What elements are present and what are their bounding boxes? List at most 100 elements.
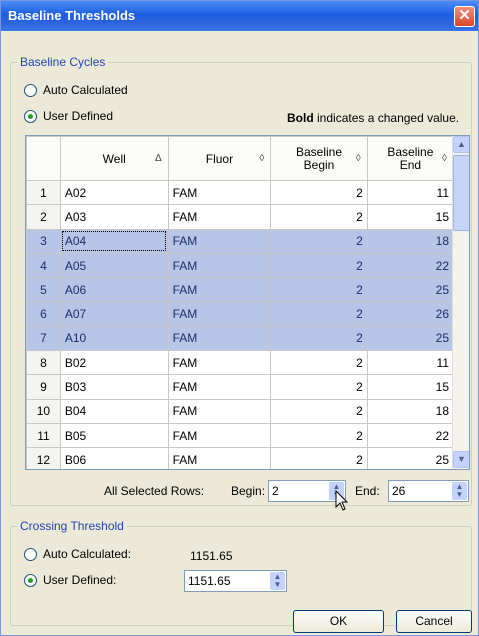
crossing-threshold-legend: Crossing Threshold: [17, 519, 127, 533]
row-number: 4: [26, 252, 61, 279]
scroll-thumb[interactable]: [453, 155, 469, 231]
threshold-user-radio-row[interactable]: User Defined:: [24, 573, 116, 587]
baseline-user-radio-row[interactable]: User Defined: [24, 109, 113, 123]
well-cell[interactable]: B03: [59, 374, 169, 400]
well-cell[interactable]: A02: [59, 179, 169, 206]
table-row[interactable]: 4 A05 FAM 2 22: [26, 252, 455, 279]
table-row[interactable]: 5 A06 FAM 2 25: [26, 277, 455, 303]
changed-value-note: Bold indicates a changed value.: [287, 111, 459, 125]
table-row[interactable]: 1 A02 FAM 2 11: [26, 179, 455, 206]
baseline-end-cell[interactable]: 11: [366, 350, 455, 376]
table-row[interactable]: 12 B06 FAM 2 25: [26, 447, 455, 469]
table-header-row: Well Δ Fluor ◊ Baseline Begin ◊ Baseline End ◊: [26, 136, 455, 181]
begin-value[interactable]: 2: [272, 484, 279, 498]
fluor-cell[interactable]: FAM: [167, 447, 272, 469]
table-row[interactable]: 9 B03 FAM 2 15: [26, 374, 455, 400]
fluor-cell[interactable]: FAM: [167, 277, 272, 303]
well-cell[interactable]: A05: [59, 252, 169, 279]
table-row[interactable]: 7 A10 FAM 2 25: [26, 325, 455, 352]
table-row[interactable]: 10 B04 FAM 2 18: [26, 398, 455, 424]
baseline-user-radio[interactable]: [24, 109, 37, 123]
threshold-auto-radio-row[interactable]: Auto Calculated:: [24, 547, 131, 561]
note-bold-text: Bold: [287, 111, 314, 125]
baseline-begin-cell[interactable]: 2: [270, 179, 368, 206]
baseline-end-cell[interactable]: 11: [366, 179, 455, 206]
baseline-begin-cell[interactable]: 2: [270, 301, 368, 327]
baseline-end-cell[interactable]: 25: [366, 277, 455, 303]
row-number: 6: [26, 301, 61, 327]
fluor-cell[interactable]: FAM: [167, 228, 272, 254]
end-value[interactable]: 26: [392, 484, 405, 498]
table-row[interactable]: 2 A03 FAM 2 15: [26, 204, 455, 230]
baseline-end-cell[interactable]: 22: [366, 252, 455, 279]
row-number: 12: [26, 447, 61, 469]
col-header-baseline-end[interactable]: Baseline End ◊: [366, 136, 455, 181]
baseline-end-cell[interactable]: 18: [366, 228, 455, 254]
table-row[interactable]: 6 A07 FAM 2 26: [26, 301, 455, 327]
col-header-well[interactable]: Well Δ: [59, 136, 169, 181]
col-header-fluor[interactable]: Fluor ◊: [167, 136, 272, 181]
col-header-baseline-begin[interactable]: Baseline Begin ◊: [270, 136, 368, 181]
stepper-arrows-icon[interactable]: ▲▼: [452, 482, 467, 500]
scroll-up-icon[interactable]: ▲: [453, 136, 469, 153]
vertical-scrollbar[interactable]: ▲ ▼: [452, 136, 469, 469]
fluor-cell[interactable]: FAM: [167, 350, 272, 376]
fluor-cell[interactable]: FAM: [167, 398, 272, 424]
table-row[interactable]: 8 B02 FAM 2 11: [26, 350, 455, 376]
well-cell[interactable]: A10: [59, 325, 169, 352]
ok-button[interactable]: OK: [293, 610, 384, 633]
close-icon[interactable]: ✕: [454, 6, 475, 27]
well-cell[interactable]: A06: [59, 277, 169, 303]
table-row[interactable]: 3 A04 FAM 2 18: [26, 228, 455, 254]
baseline-begin-cell[interactable]: 2: [270, 252, 368, 279]
scroll-down-icon[interactable]: ▼: [453, 451, 469, 468]
well-cell[interactable]: A07: [59, 301, 169, 327]
cancel-button[interactable]: Cancel: [396, 610, 472, 633]
row-number: 7: [26, 325, 61, 352]
fluor-cell[interactable]: FAM: [167, 204, 272, 230]
baseline-begin-cell[interactable]: 2: [270, 277, 368, 303]
fluor-cell[interactable]: FAM: [167, 179, 272, 206]
threshold-value[interactable]: 1151.65: [188, 574, 231, 588]
fluor-cell[interactable]: FAM: [167, 252, 272, 279]
fluor-cell[interactable]: FAM: [167, 325, 272, 352]
threshold-stepper[interactable]: 1151.65 ▲ ▼: [184, 570, 287, 592]
well-cell[interactable]: A04: [59, 228, 169, 254]
end-stepper[interactable]: 26 ▲ ▼: [388, 480, 469, 502]
baseline-begin-cell[interactable]: 2: [270, 374, 368, 400]
table-row[interactable]: 11 B05 FAM 2 22: [26, 422, 455, 449]
baseline-auto-radio[interactable]: [24, 83, 37, 97]
baseline-begin-cell[interactable]: 2: [270, 228, 368, 254]
well-cell[interactable]: A03: [59, 204, 169, 230]
baseline-begin-cell[interactable]: 2: [270, 398, 368, 424]
baseline-end-cell[interactable]: 15: [366, 204, 455, 230]
well-cell[interactable]: B06: [59, 447, 169, 469]
threshold-auto-radio[interactable]: [24, 547, 37, 561]
threshold-user-label: User Defined:: [43, 573, 117, 587]
threshold-user-radio[interactable]: [24, 573, 37, 587]
baseline-end-cell[interactable]: 18: [366, 398, 455, 424]
stepper-arrows-icon[interactable]: ▲▼: [270, 572, 285, 590]
sort-icon: ◊: [442, 153, 447, 164]
fluor-cell[interactable]: FAM: [167, 301, 272, 327]
baseline-end-cell[interactable]: 22: [366, 422, 455, 449]
baseline-end-cell[interactable]: 26: [366, 301, 455, 327]
baseline-end-cell[interactable]: 25: [366, 447, 455, 469]
fluor-cell[interactable]: FAM: [167, 422, 272, 449]
baseline-table: Well Δ Fluor ◊ Baseline Begin ◊ Baseline End ◊…: [26, 136, 455, 469]
note-rest-text: indicates a changed value.: [317, 111, 460, 125]
baseline-begin-cell[interactable]: 2: [270, 325, 368, 352]
baseline-begin-cell[interactable]: 2: [270, 422, 368, 449]
baseline-begin-cell[interactable]: 2: [270, 204, 368, 230]
fluor-cell[interactable]: FAM: [167, 374, 272, 400]
well-cell[interactable]: B02: [59, 350, 169, 376]
baseline-begin-cell[interactable]: 2: [270, 350, 368, 376]
baseline-auto-radio-row[interactable]: Auto Calculated: [24, 83, 128, 97]
sort-icon: ◊: [259, 153, 265, 164]
well-cell[interactable]: B05: [59, 422, 169, 449]
baseline-grid[interactable]: Well Δ Fluor ◊ Baseline Begin ◊ Baseline End ◊…: [25, 135, 470, 470]
baseline-end-cell[interactable]: 15: [366, 374, 455, 400]
well-cell[interactable]: B04: [59, 398, 169, 424]
baseline-end-cell[interactable]: 25: [366, 325, 455, 352]
baseline-begin-cell[interactable]: 2: [270, 447, 368, 469]
